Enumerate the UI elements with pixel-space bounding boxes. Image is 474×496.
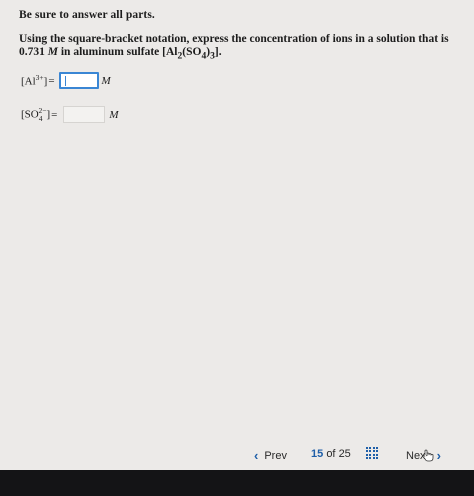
- text-caret: [64, 76, 66, 86]
- sulfate-concentration-input[interactable]: [63, 106, 106, 123]
- sulfate-ion-label: [SO42−]: [21, 106, 51, 123]
- sulfate-unit: M: [109, 108, 119, 121]
- grid-icon[interactable]: [366, 447, 378, 459]
- total-questions: 25: [338, 448, 351, 460]
- chevron-left-icon: ‹: [254, 448, 259, 463]
- question-page: Be sure to answer all parts. Using the s…: [0, 0, 474, 470]
- answer-row-aluminum: [Al3+] = M: [21, 72, 111, 89]
- molarity-unit: M: [47, 46, 58, 58]
- prev-button[interactable]: ‹ Prev: [254, 448, 287, 463]
- aluminum-concentration-input[interactable]: [58, 72, 99, 89]
- current-question-number: 15: [311, 448, 324, 460]
- question-counter: 15 of 25: [311, 448, 351, 460]
- bottom-bar: [0, 470, 474, 496]
- of-label: of: [326, 448, 336, 460]
- compound-formula: [Al2(SO4)3].: [162, 46, 222, 62]
- question-text-after: in aluminum sulfate: [60, 46, 160, 58]
- aluminum-unit: M: [101, 74, 111, 87]
- hand-cursor-icon: [422, 449, 434, 462]
- equals-sign: =: [48, 74, 55, 87]
- question-text: Using the square-bracket notation, expre…: [19, 33, 459, 62]
- aluminum-ion-label: [Al3+]: [21, 73, 48, 88]
- prev-label: Prev: [264, 449, 287, 462]
- answer-row-sulfate: [SO42−] = M: [21, 106, 119, 123]
- chevron-right-icon: ›: [436, 448, 441, 463]
- equals-sign: =: [51, 108, 58, 121]
- instructions-text: Be sure to answer all parts.: [19, 9, 155, 21]
